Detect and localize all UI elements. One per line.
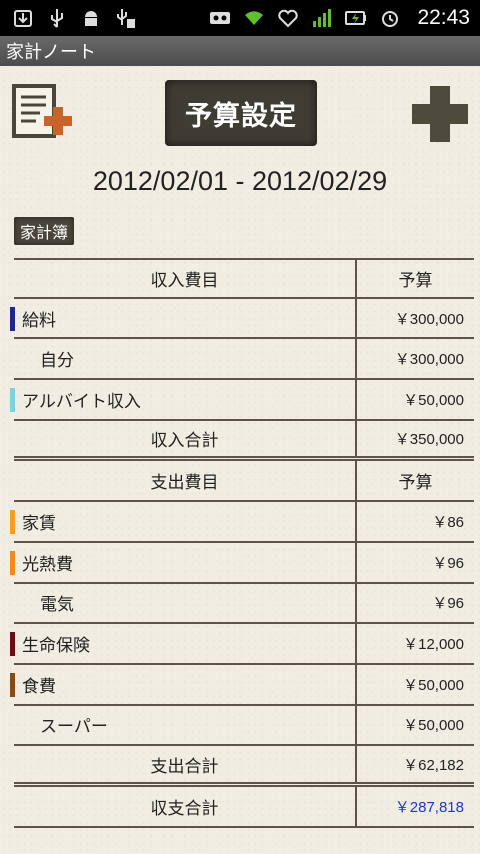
add-button[interactable] — [408, 82, 472, 146]
category-value: ￥50,000 — [403, 676, 464, 694]
row-name-cell: 生命保険 — [10, 624, 357, 663]
row-name-cell: 家賃 — [10, 502, 357, 541]
income-header-row: 収入費目 予算 — [14, 258, 474, 299]
app-title-bar: 家計ノート — [0, 36, 480, 66]
table-row[interactable]: 生命保険 ￥12,000 — [10, 624, 474, 665]
category-value: ￥12,000 — [403, 636, 464, 654]
category-value: ￥86 — [432, 513, 464, 531]
document-add-icon — [12, 84, 72, 138]
alarm-icon — [379, 7, 401, 29]
category-color-bar — [10, 306, 15, 331]
balance-row: 収支合計 ￥287,818 — [14, 786, 474, 828]
table-row[interactable]: 自分 ￥300,000 — [14, 339, 474, 381]
category-name: アルバイト収入 — [22, 391, 141, 412]
expense-header-name: 支出費目 — [14, 461, 357, 501]
download-icon — [12, 7, 34, 29]
page-title: 予算設定 — [165, 80, 317, 146]
income-header-value: 予算 — [398, 270, 433, 291]
plus-icon — [412, 86, 468, 142]
category-name: スーパー — [40, 717, 108, 738]
table-row[interactable]: 食費 ￥50,000 — [10, 664, 474, 706]
category-name: 食費 — [22, 676, 56, 697]
category-color-bar — [10, 550, 15, 575]
wifi-icon — [243, 7, 265, 29]
heart-icon — [277, 7, 299, 29]
expense-total-label: 支出合計 — [14, 746, 357, 782]
voicemail-icon — [209, 7, 231, 29]
category-name: 光熱費 — [22, 554, 73, 575]
expense-header-row: 支出費目 予算 — [14, 461, 474, 503]
budget-table: 収入費目 予算 給料 ￥300,000 自分 ￥300,000 アルバイト収入 … — [10, 258, 474, 828]
table-row[interactable]: 電気 ￥96 — [14, 583, 474, 625]
category-value: ￥50,000 — [403, 391, 464, 409]
table-row[interactable]: スーパー ￥50,000 — [14, 705, 474, 747]
balance-label: 収支合計 — [14, 786, 357, 826]
category-value: ￥300,000 — [394, 351, 464, 369]
table-row[interactable]: 家賃 ￥86 — [10, 502, 474, 543]
income-total-label: 収入合計 — [14, 420, 357, 457]
category-color-bar — [10, 672, 15, 697]
category-color-bar — [10, 632, 15, 657]
row-name-cell: 光熱費 — [10, 542, 357, 582]
category-value: ￥50,000 — [403, 717, 464, 735]
income-total-row: 収入合計 ￥350,000 — [14, 420, 474, 462]
row-name-cell: スーパー — [14, 705, 357, 745]
usb-p-icon — [114, 7, 136, 29]
table-row[interactable]: 光熱費 ￥96 — [10, 542, 474, 584]
row-name-cell: 給料 — [10, 298, 357, 338]
income-header-name: 収入費目 — [14, 260, 357, 297]
usb-icon — [46, 7, 68, 29]
row-name-cell: 自分 — [14, 339, 357, 379]
toolbar: 予算設定 — [0, 66, 480, 166]
expense-total-row: 支出合計 ￥62,182 — [14, 746, 474, 787]
table-row[interactable]: 給料 ￥300,000 — [10, 298, 474, 340]
category-name: 生命保険 — [22, 636, 90, 657]
row-name-cell: 電気 — [14, 583, 357, 623]
battery-icon — [345, 7, 367, 29]
add-document-button[interactable] — [8, 80, 76, 148]
category-name: 自分 — [40, 351, 74, 372]
row-name-cell: 食費 — [10, 664, 357, 704]
income-total-value: ￥350,000 — [394, 431, 464, 449]
category-value: ￥96 — [432, 595, 464, 613]
balance-value: ￥287,818 — [394, 798, 464, 816]
app-title: 家計ノート — [6, 42, 96, 63]
row-name-cell: アルバイト収入 — [10, 380, 357, 419]
clock: 22:43 — [417, 6, 470, 29]
category-color-bar — [10, 388, 15, 413]
category-value: ￥96 — [432, 554, 464, 572]
date-range: 2012/02/01 - 2012/02/29 — [92, 166, 388, 196]
expense-header-value: 予算 — [398, 473, 433, 494]
category-color-bar — [10, 510, 15, 535]
category-name: 給料 — [22, 310, 56, 331]
expense-total-value: ￥62,182 — [403, 756, 464, 774]
category-value: ￥300,000 — [394, 310, 464, 328]
android-debug-icon — [80, 7, 102, 29]
signal-icon — [311, 7, 333, 29]
section-label: 家計簿 — [14, 217, 75, 245]
category-name: 電気 — [40, 595, 74, 616]
category-name: 家賃 — [22, 513, 56, 534]
status-bar: 22:43 — [0, 0, 480, 36]
table-row[interactable]: アルバイト収入 ￥50,000 — [10, 380, 474, 421]
